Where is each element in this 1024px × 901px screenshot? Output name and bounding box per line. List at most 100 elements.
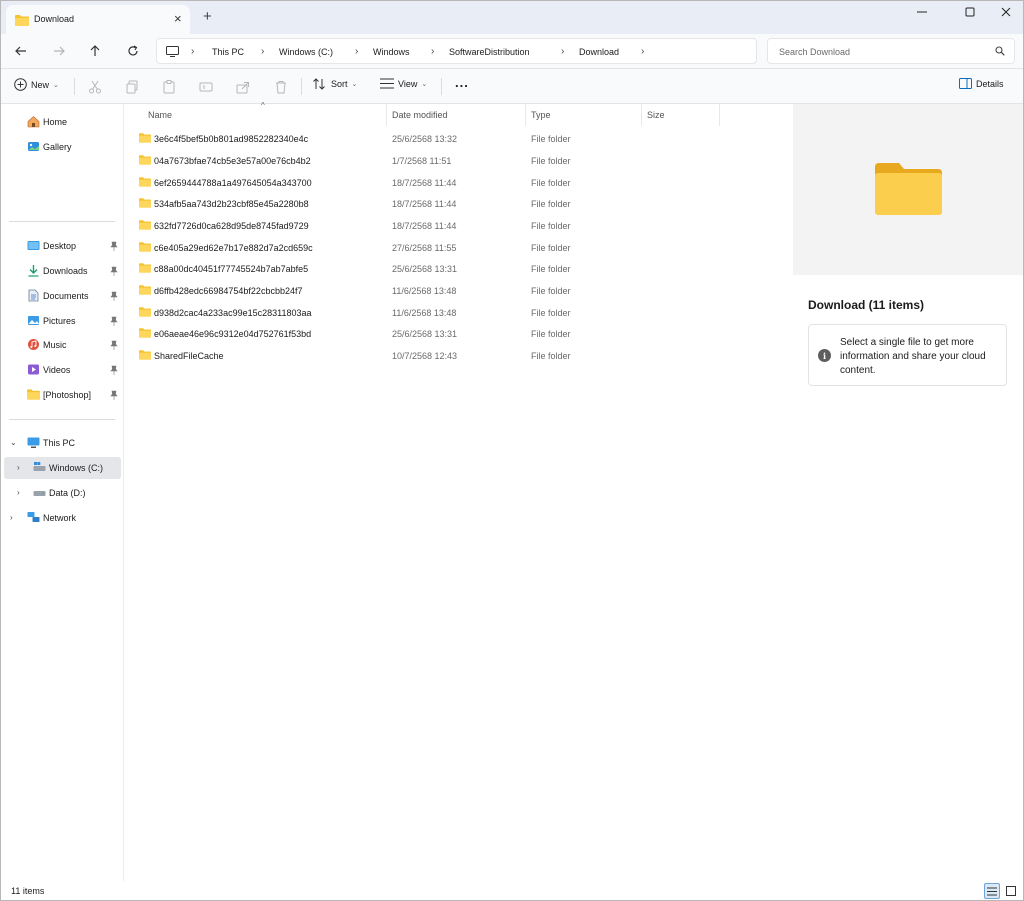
chevron-right-icon[interactable]: › [17,488,20,497]
close-window-button[interactable] [991,4,1021,20]
back-button[interactable] [12,42,30,60]
file-row[interactable]: c6e405a29ed62e7b17e882d7a2cd659c 27/6/25… [132,237,784,258]
sidebar-item-windows-c[interactable]: › Windows (C:) [4,457,121,479]
sidebar-item-home[interactable]: Home [0,111,122,133]
sidebar-item-photoshop[interactable]: [Photoshop] [0,384,122,406]
file-type: File folder [531,351,571,361]
share-icon[interactable] [236,80,250,94]
divider [441,78,442,95]
column-header-size[interactable]: Size [647,110,665,120]
file-row[interactable]: d938d2cac4a233ac99e15c28311803aa 11/6/25… [132,302,784,323]
file-row[interactable]: 04a7673bfae74cb5e3e57a00e76cb4b2 1/7/256… [132,150,784,171]
breadcrumb-windows-c[interactable]: Windows (C:) [279,47,333,57]
search-box[interactable]: Search Download [767,38,1015,64]
paste-icon[interactable] [162,80,176,94]
pin-icon[interactable] [110,291,118,301]
status-bar: 11 items [0,881,1024,901]
column-divider[interactable] [525,104,526,126]
more-options-button[interactable]: ... [455,75,469,90]
file-row[interactable]: 534afb5aa743d2b23cbf85e45a2280b8 18/7/25… [132,193,784,214]
sidebar-item-label: Gallery [43,142,72,152]
pin-icon[interactable] [110,241,118,251]
maximize-button[interactable] [955,4,985,20]
details-view-toggle[interactable] [984,883,1000,899]
delete-icon[interactable] [274,80,288,94]
column-header-date-modified[interactable]: Date modified [392,110,448,120]
sidebar-item-desktop[interactable]: Desktop [0,235,122,257]
breadcrumb-softwaredistribution[interactable]: SoftwareDistribution [449,47,530,57]
minimize-button[interactable] [907,4,937,20]
sidebar-item-network[interactable]: › Network [0,507,122,529]
new-button[interactable]: New ⌄ [14,78,59,91]
file-row[interactable]: d6ffb428edc66984754bf22cbcbb24f7 11/6/25… [132,280,784,301]
pictures-icon [27,314,40,327]
tab-download[interactable]: Download × [6,5,190,34]
pin-icon[interactable] [110,365,118,375]
folder-icon [139,197,151,210]
pin-icon[interactable] [110,340,118,350]
sidebar-item-label: Videos [43,365,71,375]
sidebar-item-pictures[interactable]: Pictures [0,310,122,332]
search-input[interactable]: Search Download [779,47,850,57]
new-tab-button[interactable]: + [203,9,212,24]
copy-icon[interactable] [125,80,139,94]
chevron-right-icon: › [355,46,359,57]
file-row[interactable]: 632fd7726d0ca628d95de8745fad9729 18/7/25… [132,215,784,236]
chevron-right-icon[interactable]: › [641,46,644,57]
sort-button[interactable]: Sort ⌄ [313,78,357,90]
breadcrumb-download[interactable]: Download [579,47,619,57]
desktop-icon [27,239,40,252]
file-name: d938d2cac4a233ac99e15c28311803aa [154,308,312,318]
column-divider[interactable] [386,104,387,126]
sidebar-item-music[interactable]: Music [0,334,122,356]
rename-icon[interactable] [199,80,213,94]
search-icon[interactable] [995,46,1005,58]
sidebar-item-this-pc[interactable]: ⌄ This PC [0,432,122,454]
breadcrumb-this-pc[interactable]: This PC [212,47,244,57]
maximize-icon [965,7,975,17]
tiles-view-toggle[interactable] [1003,883,1019,899]
file-row[interactable]: e06aeae46e96c9312e04d752761f53bd 25/6/25… [132,323,784,344]
sidebar-item-documents[interactable]: Documents [0,285,122,307]
close-tab-icon[interactable]: × [174,12,182,25]
sidebar-divider [9,419,115,420]
chevron-right-icon[interactable]: › [10,513,13,522]
view-button[interactable]: View ⌄ [380,78,427,89]
chevron-down-icon[interactable]: ⌄ [10,438,17,447]
forward-button[interactable] [50,42,68,60]
chevron-down-icon: ⌄ [53,81,59,89]
file-row[interactable]: c88a00dc40451f77745524b7ab7abfe5 25/6/25… [132,258,784,279]
sidebar-item-downloads[interactable]: Downloads [0,260,122,282]
file-date: 11/6/2568 13:48 [392,286,457,296]
address-bar[interactable]: › This PC › Windows (C:) › Windows › Sof… [156,38,757,64]
refresh-button[interactable] [124,42,142,60]
up-button[interactable] [86,42,104,60]
pin-icon[interactable] [110,266,118,276]
preview-area [793,104,1024,275]
column-divider[interactable] [641,104,642,126]
pin-icon[interactable] [110,390,118,400]
cut-icon[interactable] [88,80,102,94]
details-button[interactable]: Details [959,78,1004,89]
column-header-name[interactable]: Name [148,110,172,120]
sidebar-item-label: Data (D:) [49,488,86,498]
download-arrow-icon [27,264,40,277]
column-divider[interactable] [719,104,720,126]
file-row[interactable]: SharedFileCache 10/7/2568 12:43 File fol… [132,345,784,366]
file-name: c6e405a29ed62e7b17e882d7a2cd659c [154,243,313,253]
file-row[interactable]: 3e6c4f5bef5b0b801ad9852282340e4c 25/6/25… [132,128,784,149]
column-header-type[interactable]: Type [531,110,551,120]
sidebar-item-data-d[interactable]: › Data (D:) [0,482,122,504]
minimize-icon [917,11,927,13]
file-row[interactable]: 6ef2659444788a1a497645054a343700 18/7/25… [132,172,784,193]
file-type: File folder [531,178,571,188]
sidebar-item-gallery[interactable]: Gallery [0,136,122,158]
sidebar-item-videos[interactable]: Videos [0,359,122,381]
chevron-right-icon[interactable]: › [17,463,20,472]
folder-icon [139,306,151,319]
file-date: 27/6/2568 11:55 [392,243,457,253]
sort-icon [313,78,325,90]
breadcrumb-windows[interactable]: Windows [373,47,410,57]
pin-icon[interactable] [110,316,118,326]
tiles-view-icon [1006,886,1016,896]
